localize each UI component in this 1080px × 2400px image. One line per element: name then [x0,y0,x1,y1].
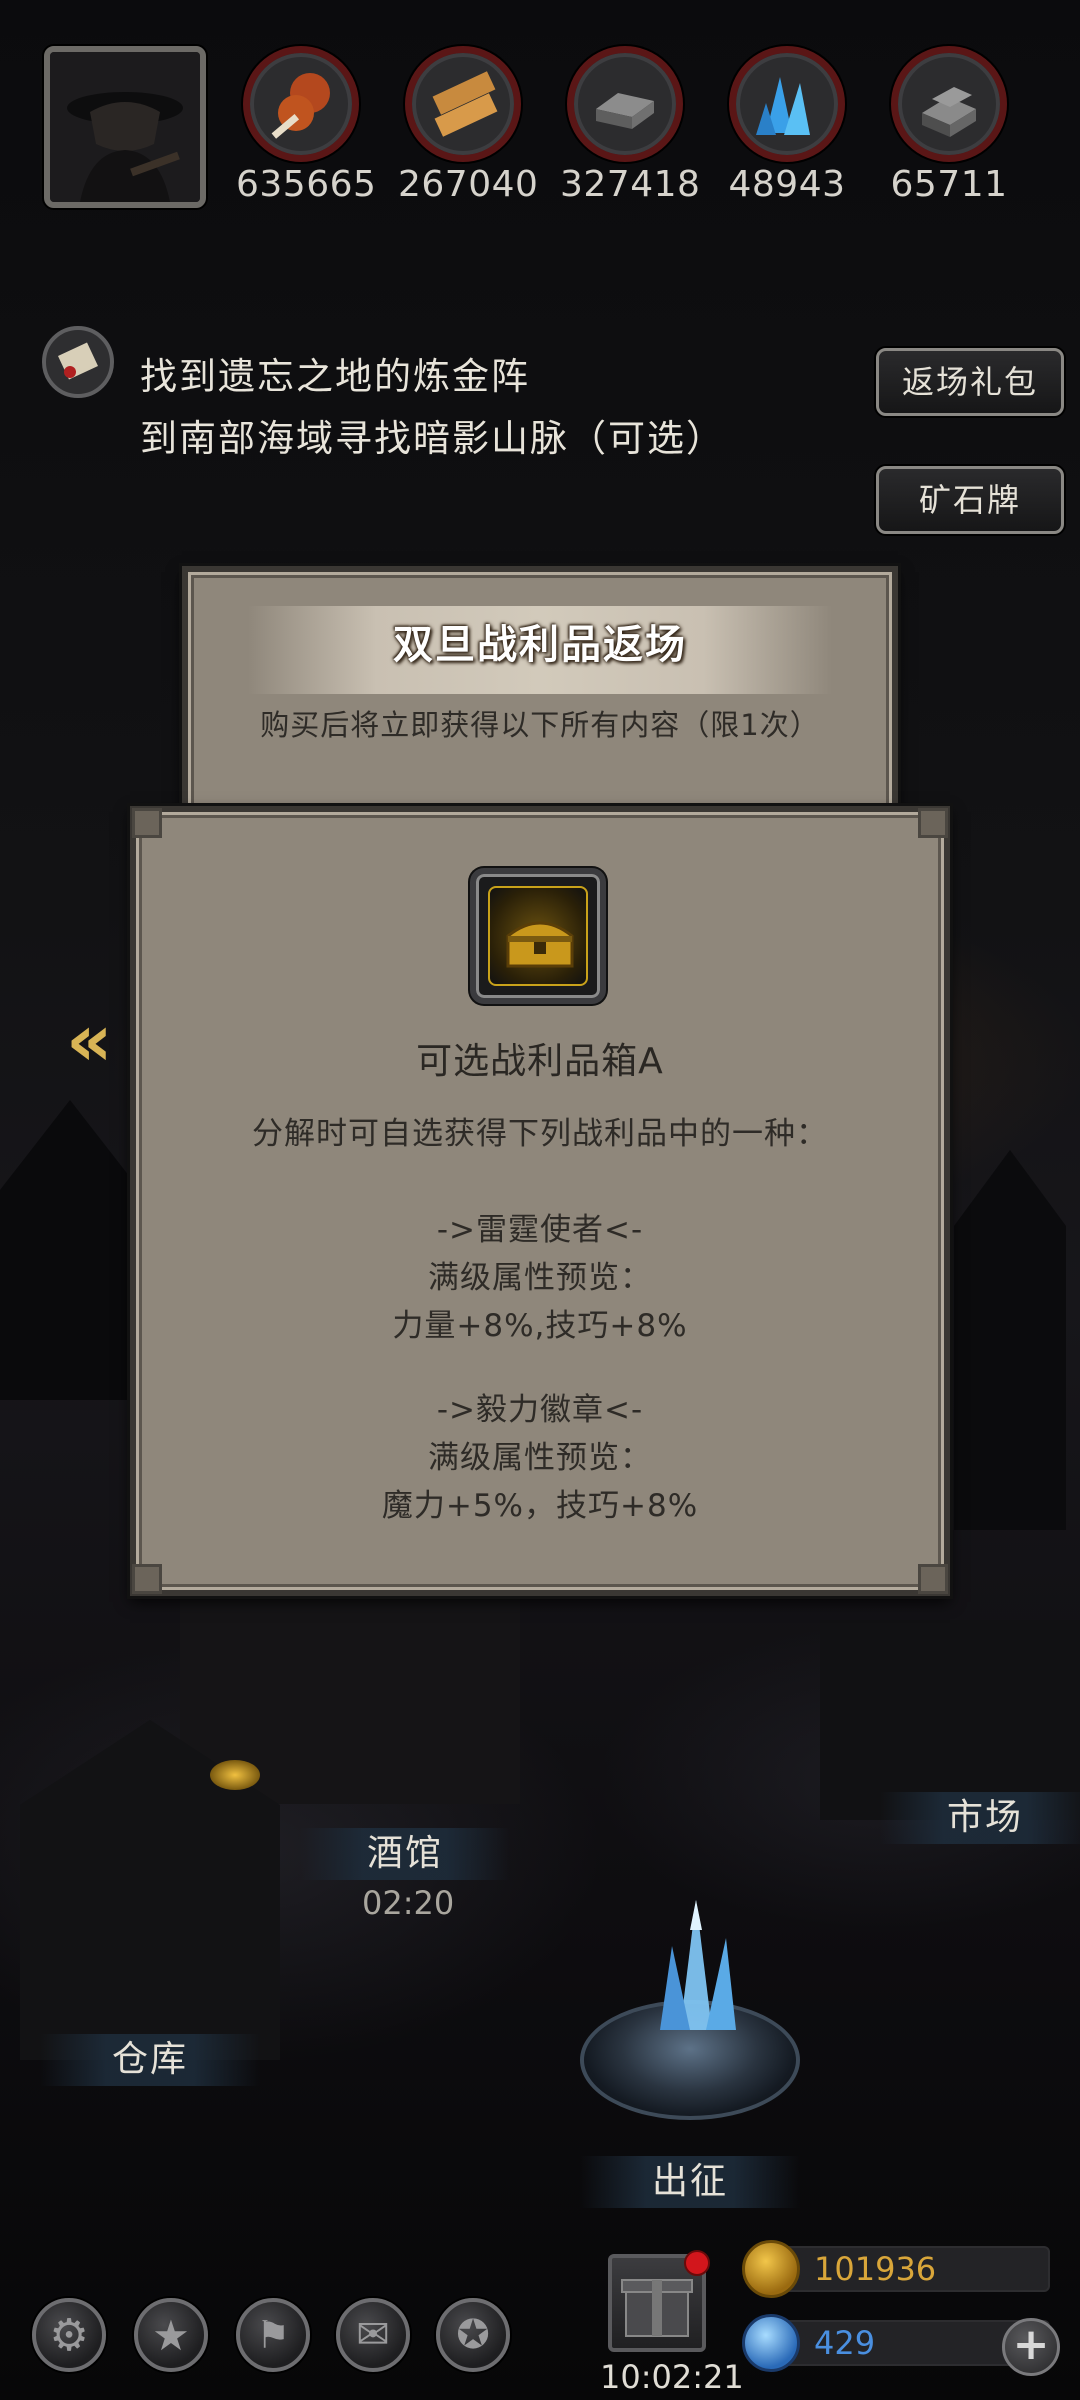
option-preview-label: 满级属性预览： [428,1440,652,1476]
offer-panel: 双旦战利品返场 购买后将立即获得以下所有内容（限1次） [182,566,898,816]
resource-iron-value: 327418 [560,164,701,205]
street-lamp [210,1760,260,1790]
option-stats: 力量+8%,技巧+8% [392,1308,688,1344]
market-label[interactable]: 市场 [880,1792,1080,1844]
resource-iron[interactable]: 327418 [560,46,701,205]
resource-wood-value: 267040 [398,164,539,205]
resource-stone[interactable]: 65711 [884,46,1014,205]
house-silhouette [0,1100,140,1400]
gift-button[interactable] [608,2250,710,2352]
panel-corner [132,808,162,838]
quest-scroll-icon[interactable] [42,326,114,398]
item-name: 可选战利品箱A [416,1041,664,1082]
item-slot[interactable] [470,868,606,1004]
resource-meat[interactable]: 635665 [236,46,377,205]
item-description: 分解时可自选获得下列战利品中的一种： [252,1116,828,1152]
achievements-button[interactable]: ★ [134,2298,208,2372]
ore-sign-button[interactable]: 矿石牌 [876,466,1064,534]
blue-gem-icon [742,2314,800,2372]
badge-icon: ✪ [456,2312,490,2358]
resource-stone-value: 65711 [890,164,1008,205]
stone-icon [891,46,1007,162]
option-name: ->毅力徽章<- [436,1392,644,1428]
blue-crystal-icon [729,46,845,162]
warehouse-label[interactable]: 仓库 [40,2034,260,2086]
gold-coins-icon [742,2240,800,2298]
meat-icon [243,46,359,162]
panel-corner [132,1564,162,1594]
quest-objective-1[interactable]: 找到遗忘之地的炼金阵 [140,346,530,400]
settings-button[interactable]: ⚙ [32,2298,106,2372]
offer-panel-title: 双旦战利品返场 [393,622,687,668]
resource-meat-value: 635665 [236,164,377,205]
resource-crystal-value: 48943 [728,164,846,205]
quest-objective-2[interactable]: 到南部海域寻找暗影山脉（可选） [140,408,725,462]
notification-dot [684,2250,710,2276]
mail-button[interactable]: ✉ [336,2298,410,2372]
expedition-label[interactable]: 出征 [580,2156,800,2208]
server-clock: 10:02:21 [600,2358,744,2396]
hooded-hero-icon [50,52,200,202]
crystal-icon [632,1890,762,2040]
resource-wood[interactable]: 267040 [398,46,539,205]
star-icon: ★ [152,2310,190,2360]
tavern-timer: 02:20 [362,1884,455,1922]
market-stall [820,1620,1080,1820]
option-preview-label: 满级属性预览： [428,1260,652,1296]
tavern-label[interactable]: 酒馆 [300,1828,510,1880]
banner-icon: ⚑ [255,2313,291,2357]
double-chevron-left-icon[interactable]: « [66,998,112,1082]
player-avatar[interactable] [44,46,206,208]
gear-icon: ⚙ [49,2309,89,2361]
panel-corner [918,1564,948,1594]
treasure-chest-icon [488,886,588,986]
option-name: ->雷霆使者<- [436,1212,644,1248]
envelope-icon: ✉ [356,2312,390,2358]
option-stats: 魔力+5%，技巧+8% [381,1488,699,1524]
return-gift-button[interactable]: 返场礼包 [876,348,1064,416]
offer-panel-subtitle: 购买后将立即获得以下所有内容（限1次） [260,708,820,742]
gold-value: 101936 [814,2250,937,2288]
resource-crystal[interactable]: 48943 [722,46,852,205]
wood-planks-icon [405,46,521,162]
rank-button[interactable]: ✪ [436,2298,510,2372]
add-currency-button[interactable]: + [1002,2318,1060,2376]
tower-silhouette [954,1150,1066,1530]
item-detail-panel: 可选战利品箱A 分解时可自选获得下列战利品中的一种： ->雷霆使者<- 满级属性… [130,806,950,1596]
iron-ingot-icon [567,46,683,162]
guild-button[interactable]: ⚑ [236,2298,310,2372]
panel-corner [918,808,948,838]
gem-value: 429 [814,2324,876,2362]
